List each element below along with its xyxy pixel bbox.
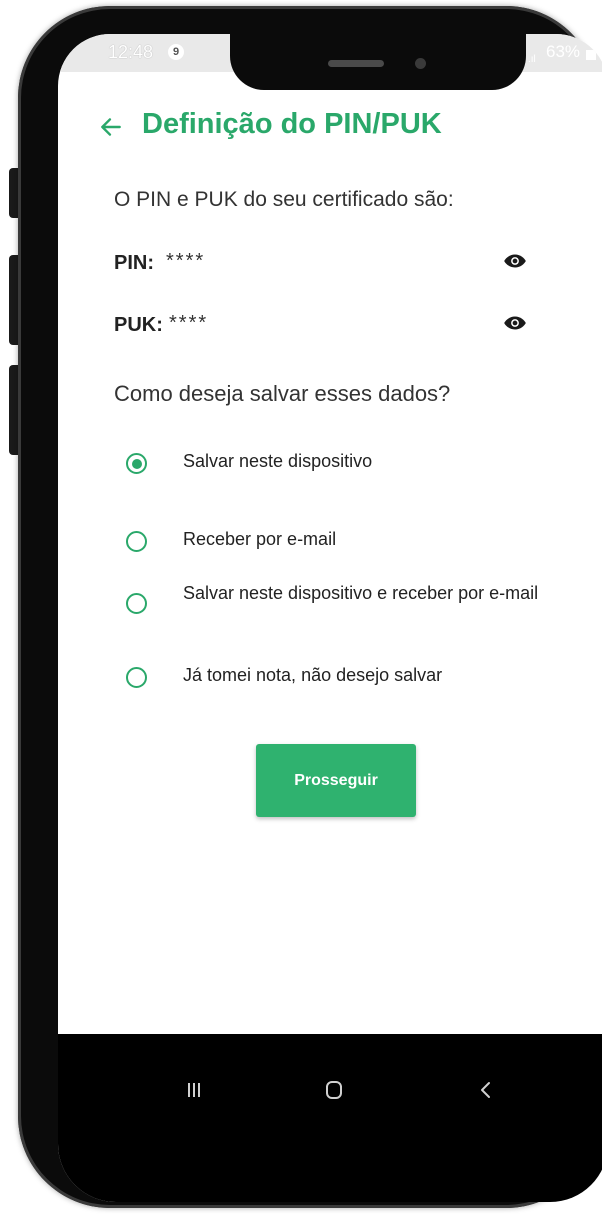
phone-frame: 12:48 9 .ıl 63% Definição do PIN/PUK O P… <box>18 6 602 1208</box>
home-icon[interactable] <box>324 1080 344 1100</box>
pin-row: PIN: **** <box>114 248 544 284</box>
proceed-button[interactable]: Prosseguir <box>256 744 416 817</box>
option-label: Salvar neste dispositivo e receber por e… <box>183 583 539 603</box>
pin-label: PIN: <box>114 252 154 274</box>
pin-value: **** <box>166 250 206 272</box>
page-title: Definição do PIN/PUK <box>142 108 442 140</box>
navigation-bar <box>58 1034 602 1202</box>
speaker-grille <box>328 60 384 67</box>
save-question: Como deseja salvar esses dados? <box>114 381 451 406</box>
radio-unselected[interactable] <box>126 531 147 552</box>
notification-badge: 9 <box>168 44 184 60</box>
intro-text: O PIN e PUK do seu certificado são: <box>114 188 454 211</box>
arrow-left-icon[interactable] <box>98 114 124 140</box>
front-camera <box>415 58 426 69</box>
eye-icon[interactable] <box>502 310 528 336</box>
status-time: 12:48 <box>108 42 154 62</box>
radio-unselected[interactable] <box>126 593 147 614</box>
option-label: Salvar neste dispositivo <box>183 451 373 471</box>
option-label: Receber por e-mail <box>183 529 337 549</box>
puk-row: PUK: **** <box>114 310 544 346</box>
radio-unselected[interactable] <box>126 667 147 688</box>
eye-icon[interactable] <box>502 248 528 274</box>
back-icon[interactable] <box>476 1080 496 1100</box>
battery-icon <box>586 50 596 60</box>
recents-icon[interactable] <box>184 1080 204 1100</box>
radio-selected[interactable] <box>126 453 147 474</box>
option-label: Já tomei nota, não desejo salvar <box>183 665 443 685</box>
puk-label: PUK: <box>114 314 163 336</box>
signal-icon: .ıl <box>528 54 536 65</box>
battery-level: 63% <box>546 42 581 61</box>
puk-value: **** <box>169 312 209 334</box>
